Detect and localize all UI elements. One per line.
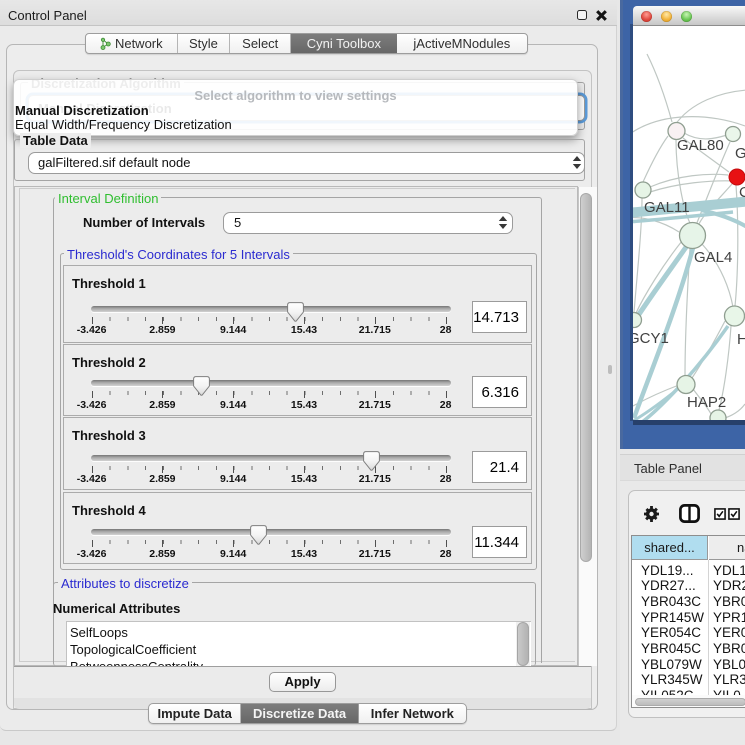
svg-text:GAL80: GAL80 (677, 137, 724, 154)
svg-text:GA: GA (735, 145, 745, 162)
svg-text:H: H (737, 331, 745, 348)
svg-text:GCY1: GCY1 (633, 330, 669, 347)
svg-text:HAP2: HAP2 (687, 394, 726, 411)
svg-text:C: C (739, 184, 745, 201)
svg-text:GAL4: GAL4 (694, 249, 732, 266)
svg-text:GAL11: GAL11 (644, 199, 690, 216)
